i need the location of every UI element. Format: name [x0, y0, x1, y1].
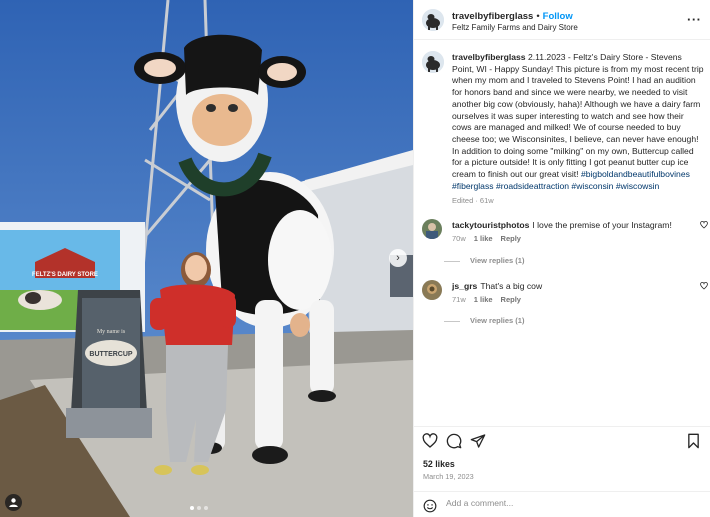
comment-body: I love the premise of your Instagram! — [532, 220, 672, 230]
more-options-button[interactable]: ··· — [687, 12, 702, 27]
board-subtext: My name is — [97, 329, 126, 335]
heart-icon[interactable] — [422, 433, 438, 449]
heart-icon[interactable] — [700, 221, 708, 229]
comment-age: 71w — [452, 295, 466, 304]
likes-count[interactable]: 52 likes — [423, 459, 455, 469]
commenter-avatar[interactable] — [422, 219, 442, 239]
user-tag-icon — [9, 498, 18, 507]
user-tags-button[interactable] — [5, 494, 22, 511]
post-actions: 52 likes March 19, 2023 — [414, 426, 710, 517]
comment-username[interactable]: tackytouristphotos — [452, 220, 529, 230]
location-link[interactable]: Feltz Family Farms and Dairy Store — [452, 23, 578, 32]
carousel-dot — [190, 506, 194, 510]
comment-meta: 70w 1 like Reply — [452, 234, 529, 243]
avatar-cow-icon — [422, 9, 444, 31]
post-side-panel: travelbyfiberglass • Follow Feltz Family F… — [413, 0, 710, 517]
reply-button[interactable]: Reply — [501, 295, 521, 304]
comment-username[interactable]: js_grs — [452, 281, 477, 291]
edited-timestamp: Edited · 61w — [452, 196, 494, 205]
board-name: BUTTERCUP — [89, 351, 132, 358]
carousel-dot — [197, 506, 201, 510]
comment-meta: 71w 1 like Reply — [452, 295, 529, 304]
avatar[interactable] — [422, 9, 444, 31]
caption-body: 2.11.2023 - Feltz's Dairy Store - Steven… — [452, 52, 704, 180]
comment-item: js_grs That's a big cow 71w 1 like Reply — [422, 280, 708, 320]
comment-likes[interactable]: 1 like — [474, 234, 493, 243]
more-horizontal-icon: ··· — [687, 12, 702, 27]
avatar[interactable] — [422, 51, 444, 73]
send-icon[interactable] — [470, 433, 486, 449]
instagram-post: FELTZ'S DAIRY STORE My name is BUTTERCUP — [0, 0, 710, 517]
bookmark-icon[interactable] — [686, 433, 701, 449]
comment-likes[interactable]: 1 like — [474, 295, 493, 304]
caption-text: travelbyfiberglass 2.11.2023 - Feltz's D… — [452, 52, 704, 192]
heart-icon[interactable] — [700, 282, 708, 290]
follow-button[interactable]: Follow — [543, 11, 573, 22]
header-username[interactable]: travelbyfiberglass — [452, 11, 533, 22]
carousel-dots — [190, 506, 208, 510]
next-photo-button[interactable]: › — [389, 249, 407, 267]
comment-text: js_grs That's a big cow — [452, 281, 542, 291]
post-header: travelbyfiberglass • Follow Feltz Family F… — [414, 0, 710, 40]
header-username-row: travelbyfiberglass • Follow — [452, 11, 573, 22]
view-replies-button[interactable]: View replies (1) — [444, 256, 524, 265]
separator-dot: • — [536, 11, 540, 22]
comment-body: That's a big cow — [480, 281, 543, 291]
add-comment-row — [414, 491, 710, 517]
avatar-photo-icon — [422, 219, 442, 239]
caption-username[interactable]: travelbyfiberglass — [452, 52, 526, 62]
photo-scene: FELTZ'S DAIRY STORE My name is BUTTERCUP — [0, 0, 413, 517]
comment-icon[interactable] — [446, 433, 462, 449]
reply-button[interactable]: Reply — [501, 234, 521, 243]
smiley-icon[interactable] — [423, 499, 437, 513]
chevron-right-icon: › — [396, 252, 400, 264]
avatar-cow-icon — [422, 51, 444, 73]
view-replies-button[interactable]: View replies (1) — [444, 316, 524, 325]
comment-input[interactable] — [446, 498, 696, 508]
comment-age: 70w — [452, 234, 466, 243]
post-photo[interactable]: FELTZ'S DAIRY STORE My name is BUTTERCUP — [0, 0, 413, 517]
comment-item: tackytouristphotos I love the premise of … — [422, 219, 708, 259]
carousel-dot — [204, 506, 208, 510]
avatar-photo-icon — [422, 280, 442, 300]
comment-text: tackytouristphotos I love the premise of … — [452, 220, 672, 230]
post-date: March 19, 2023 — [423, 472, 474, 481]
commenter-avatar[interactable] — [422, 280, 442, 300]
store-sign-text: FELTZ'S DAIRY STORE — [32, 272, 98, 278]
